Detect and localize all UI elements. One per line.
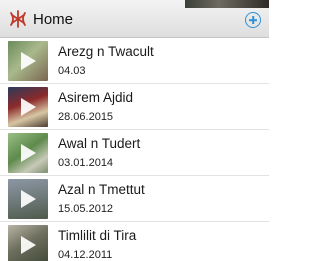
amazigh-symbol-icon[interactable]: [9, 10, 27, 28]
video-list: Arezg n Twacult 04.03 Asirem Ajdid 28.06…: [0, 38, 269, 261]
item-date: 15.05.2012: [58, 203, 114, 215]
video-thumbnail[interactable]: [8, 41, 48, 81]
item-date: 28.06.2015: [58, 111, 114, 123]
item-title: Asirem Ajdid: [58, 90, 134, 105]
app-header: Home: [0, 0, 269, 38]
item-date: 03.01.2014: [58, 157, 114, 169]
list-item[interactable]: Asirem Ajdid 28.06.2015: [0, 84, 269, 130]
list-item[interactable]: Timlilit di Tira 04.12.2011: [0, 222, 269, 261]
list-item[interactable]: Awal n Tudert 03.01.2014: [0, 130, 269, 176]
item-date: 04.12.2011: [58, 249, 113, 261]
item-title: Timlilit di Tira: [58, 228, 137, 243]
play-icon: [21, 236, 36, 254]
item-title: Awal n Tudert: [58, 136, 141, 151]
list-item[interactable]: Azal n Tmettut 15.05.2012: [0, 176, 269, 222]
video-thumbnail[interactable]: [8, 87, 48, 127]
page-title: Home: [33, 11, 74, 28]
item-date: 04.03: [58, 65, 86, 77]
list-item[interactable]: Arezg n Twacult 04.03: [0, 38, 269, 84]
play-icon: [21, 190, 36, 208]
play-icon: [21, 98, 36, 116]
item-title: Azal n Tmettut: [58, 182, 145, 197]
item-title: Arezg n Twacult: [58, 44, 154, 59]
video-thumbnail[interactable]: [8, 225, 48, 261]
play-icon: [21, 52, 36, 70]
add-circle-icon[interactable]: [245, 12, 261, 28]
video-thumbnail[interactable]: [8, 133, 48, 173]
background-strip: [185, 0, 269, 8]
video-thumbnail[interactable]: [8, 179, 48, 219]
play-icon: [21, 144, 36, 162]
